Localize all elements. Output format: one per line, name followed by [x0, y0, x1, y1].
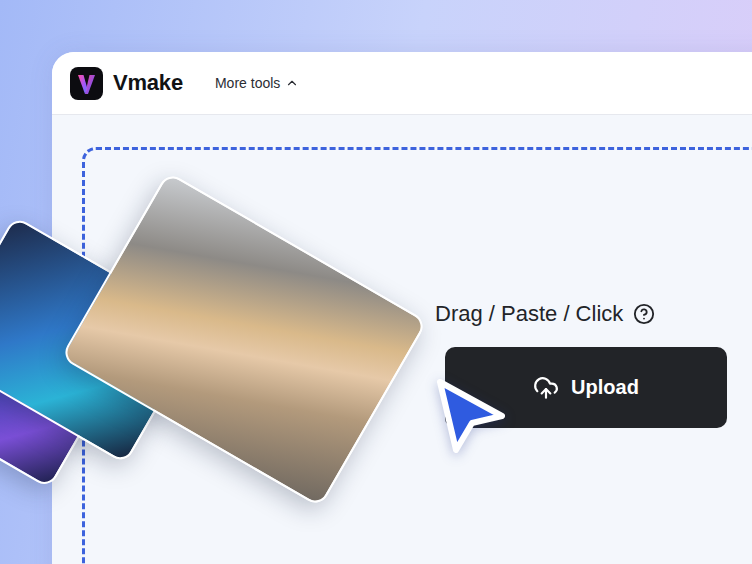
cloud-upload-icon: [533, 375, 559, 401]
cursor-icon: [432, 376, 508, 456]
logo[interactable]: Vmake: [70, 67, 183, 100]
more-tools-menu[interactable]: More tools: [215, 75, 299, 91]
help-icon[interactable]: [633, 303, 655, 325]
upload-hint: Drag / Paste / Click: [435, 300, 655, 328]
chevron-icon: [285, 76, 299, 90]
header: Vmake More tools: [52, 52, 752, 115]
page: VmakeMore toolsDrag / Paste / ClickUploa…: [0, 0, 752, 564]
menu-label: More tools: [215, 75, 280, 91]
logo-text: Vmake: [113, 70, 183, 96]
logo-icon: [70, 67, 103, 100]
